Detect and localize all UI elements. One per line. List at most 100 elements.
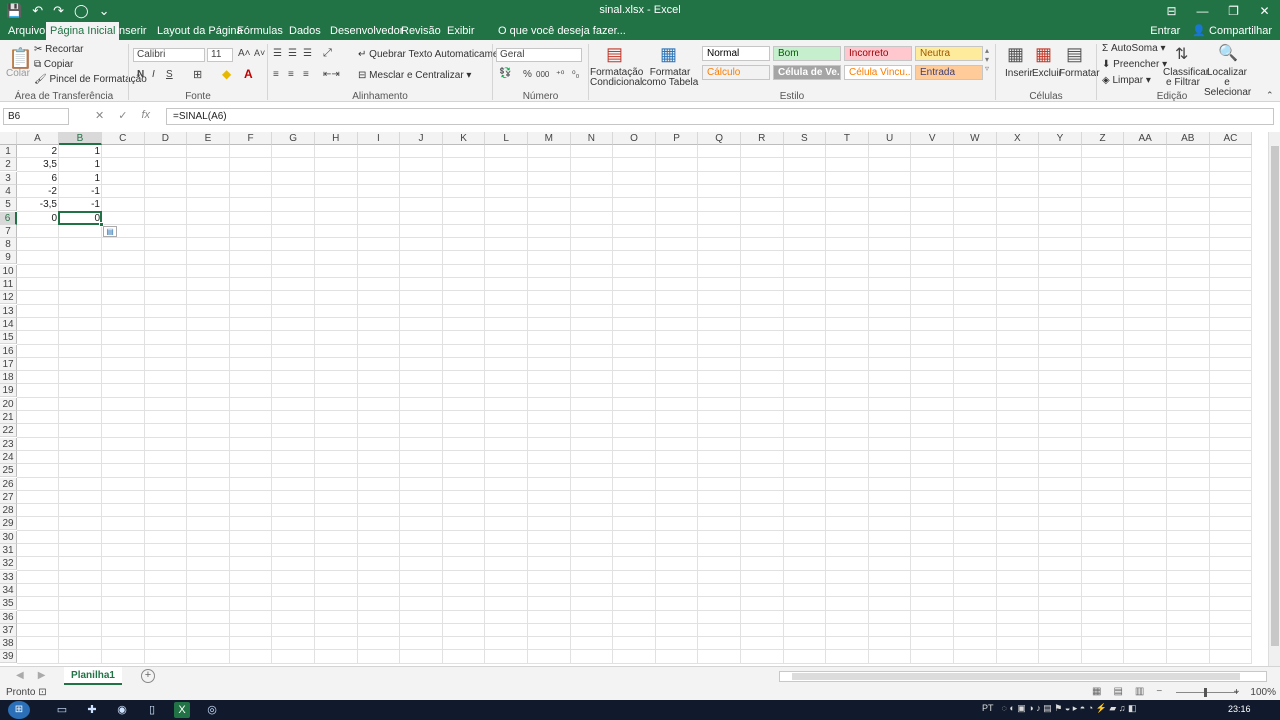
row-header[interactable]: 27	[0, 490, 17, 504]
format-painter-button[interactable]: 🖌 Pincel de Formatação	[34, 74, 147, 85]
grow-font-icon[interactable]: A˄	[238, 48, 251, 59]
number-format-select[interactable]: Geral	[496, 48, 582, 62]
cell-style-5[interactable]: Célula de Ve...	[773, 65, 841, 80]
thousands-button[interactable]: 000	[536, 70, 549, 79]
cell[interactable]: 0	[17, 212, 59, 225]
tab-0[interactable]: Arquivo	[4, 22, 49, 40]
merge-center-button[interactable]: ⊟ Mesclar e Centralizar ▾	[358, 70, 471, 81]
page-layout-view-icon[interactable]: ▤	[1113, 686, 1122, 697]
quick-analysis-icon[interactable]: ▤	[103, 225, 117, 237]
cell[interactable]: 2	[17, 145, 59, 158]
tray-icons[interactable]: ◌ ◐ ▣ ◑ ♪ ▤ ⚑ ◒ ▸ ◓ ◔ ⚡ ▰ ♫ ◧	[1002, 703, 1137, 714]
row-header[interactable]: 37	[0, 623, 17, 637]
sheet-tab[interactable]: Planilha1	[64, 667, 122, 685]
column-header[interactable]: G	[272, 132, 315, 145]
align-bottom-icon[interactable]: ☰	[303, 48, 312, 59]
column-header[interactable]: B	[59, 132, 102, 145]
column-header[interactable]: D	[144, 132, 188, 145]
cell-style-3[interactable]: Neutra	[915, 46, 983, 61]
clear-button[interactable]: ◈ Limpar ▾	[1102, 75, 1151, 86]
column-header[interactable]: X	[996, 132, 1040, 145]
cell[interactable]: 1	[59, 158, 102, 171]
column-header[interactable]: AA	[1124, 132, 1167, 145]
next-sheet-icon[interactable]: ▶	[38, 670, 46, 681]
zoom-level[interactable]: + 100%	[1233, 687, 1276, 698]
delete-cells-button[interactable]: Excluir	[1032, 68, 1062, 79]
row-header[interactable]: 33	[0, 570, 17, 584]
column-header[interactable]: H	[315, 132, 358, 145]
tab-1[interactable]: Página Inicial	[46, 22, 120, 40]
column-header[interactable]: AB	[1167, 132, 1210, 145]
cell[interactable]: 6	[17, 172, 59, 185]
row-header[interactable]: 23	[0, 437, 17, 451]
copy-button[interactable]: ⧉ Copiar	[34, 59, 73, 70]
cell[interactable]: 3,5	[17, 158, 59, 171]
column-header[interactable]: E	[187, 132, 230, 145]
app-icon[interactable]: ✚	[84, 702, 100, 718]
row-header[interactable]: 26	[0, 477, 17, 491]
horizontal-scrollbar[interactable]	[779, 671, 1267, 682]
align-middle-icon[interactable]: ☰	[288, 48, 297, 59]
signin-link[interactable]: Entrar	[1150, 22, 1180, 40]
column-header[interactable]: Y	[1039, 132, 1082, 145]
cell[interactable]: -2	[17, 185, 59, 198]
enter-icon[interactable]: ✓	[118, 109, 127, 122]
italic-button[interactable]: I	[152, 69, 155, 80]
gallery-scroll-icon[interactable]: ▴ ▾ ▿	[985, 46, 989, 73]
font-name-select[interactable]: Calibri	[133, 48, 205, 62]
column-header[interactable]: U	[868, 132, 912, 145]
cell-style-1[interactable]: Bom	[773, 46, 841, 61]
zoom-in-icon[interactable]: +	[1233, 687, 1242, 698]
vertical-scroll-thumb[interactable]	[1271, 146, 1279, 646]
increase-decimal-icon[interactable]: ⁺⁰	[556, 69, 564, 80]
cell[interactable]: -1	[59, 198, 102, 211]
row-header[interactable]: 7	[0, 224, 17, 238]
row-header[interactable]: 17	[0, 357, 17, 371]
chrome-icon[interactable]: ◉	[114, 702, 130, 718]
formula-input[interactable]: =SINAL(A6)	[166, 108, 1274, 125]
row-header[interactable]: 38	[0, 637, 17, 651]
vertical-scrollbar[interactable]	[1268, 132, 1280, 666]
column-header[interactable]: S	[783, 132, 827, 145]
row-header[interactable]: 3	[0, 171, 17, 185]
underline-button[interactable]: S	[166, 69, 173, 80]
name-box[interactable]: B6	[3, 108, 69, 125]
add-sheet-icon[interactable]: +	[141, 669, 155, 683]
row-header[interactable]: 15	[0, 331, 17, 345]
cell-style-0[interactable]: Normal	[702, 46, 770, 61]
row-header[interactable]: 1	[0, 145, 17, 158]
zoom-out-icon[interactable]: −	[1156, 686, 1162, 697]
row-header[interactable]: 10	[0, 264, 17, 278]
tab-6[interactable]: Desenvolvedor	[326, 22, 407, 40]
align-top-icon[interactable]: ☰	[273, 48, 282, 59]
row-header[interactable]: 5	[0, 198, 17, 212]
tab-4[interactable]: Fórmulas	[233, 22, 287, 40]
file-explorer-icon[interactable]: ▭	[54, 702, 70, 718]
indent-icon[interactable]: ⇤⇥	[323, 69, 340, 80]
cell-style-2[interactable]: Incorreto	[844, 46, 912, 61]
column-header[interactable]: N	[570, 132, 614, 145]
cell[interactable]: 1	[59, 145, 102, 158]
collapse-ribbon-icon[interactable]: ⌃	[1266, 90, 1274, 101]
row-header[interactable]: 18	[0, 371, 17, 385]
minimize-icon[interactable]: —	[1187, 0, 1218, 22]
row-header[interactable]: 34	[0, 583, 17, 597]
tab-8[interactable]: Exibir	[443, 22, 479, 40]
align-right-icon[interactable]: ≡	[303, 69, 309, 80]
currency-icon[interactable]: 💱	[499, 68, 511, 79]
row-header[interactable]: 13	[0, 304, 17, 318]
row-header[interactable]: 11	[0, 278, 17, 291]
row-header[interactable]: 8	[0, 238, 17, 252]
row-header[interactable]: 21	[0, 411, 17, 424]
row-header[interactable]: 28	[0, 504, 17, 518]
font-color-icon[interactable]: A	[244, 67, 253, 81]
fill-color-icon[interactable]: ◆	[222, 67, 231, 81]
row-header[interactable]: 32	[0, 557, 17, 571]
column-header[interactable]: A	[17, 132, 59, 145]
column-header[interactable]: R	[741, 132, 784, 145]
language-indicator[interactable]: PT	[982, 703, 994, 714]
insert-function-icon[interactable]: fx	[141, 109, 150, 122]
zoom-slider[interactable]	[1176, 692, 1238, 693]
column-header[interactable]: P	[655, 132, 699, 145]
close-icon[interactable]: ✕	[1249, 0, 1280, 22]
